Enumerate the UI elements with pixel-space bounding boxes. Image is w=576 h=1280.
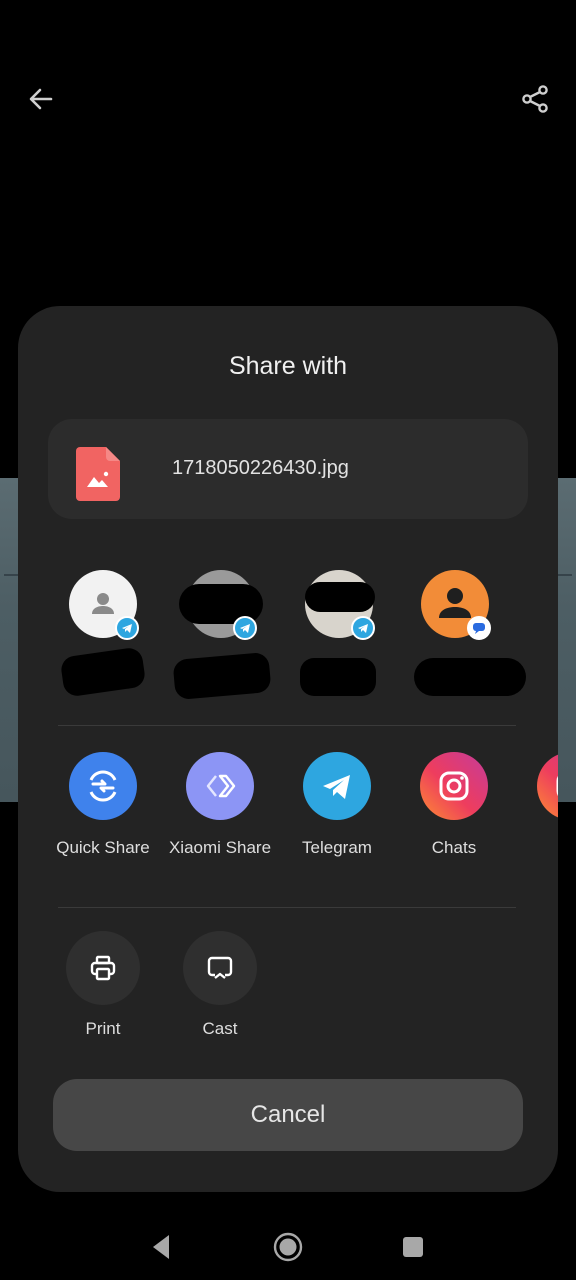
contact-item[interactable] [48,570,158,698]
app-label: Chats [431,838,477,857]
contact-item[interactable] [284,570,394,696]
contact-item[interactable] [400,570,526,696]
action-label: Print [85,1019,121,1038]
instagram-icon [420,752,488,820]
divider [58,907,516,908]
print-button[interactable]: Print [48,931,158,1039]
apps-row: Quick Share Xiaomi Share Telegram Chats … [18,752,558,872]
divider [58,725,516,726]
redacted-name [59,646,147,698]
app-label: Telegram [302,838,372,857]
avatar [69,570,139,640]
app-instagram-chats[interactable]: Chats [394,752,514,858]
contact-item[interactable] [166,570,276,701]
app-partial[interactable]: F [511,752,558,858]
file-name: 1718050226430.jpg [172,457,349,479]
action-label: Cast [202,1019,238,1038]
system-nav-bar [0,1212,576,1280]
app-quick-share[interactable]: Quick Share [43,752,163,858]
share-sheet: Share with 1718050226430.jpg Quick Share… [18,306,558,1192]
cancel-button[interactable]: Cancel [53,1079,523,1151]
share-button[interactable] [518,82,552,116]
share-icon [522,85,548,113]
redacted-name [300,658,376,696]
app-telegram[interactable]: Telegram [277,752,397,858]
avatar [305,570,375,640]
redacted-avatar [305,582,375,612]
contacts-row [18,570,558,701]
back-button[interactable] [24,82,58,116]
telegram-badge-icon [351,616,375,640]
image-file-icon [76,447,120,501]
telegram-icon [303,752,371,820]
arrow-left-icon [29,88,53,110]
redacted-name [172,651,272,701]
actions-row: Print Cast [18,931,558,1051]
instagram-icon [537,752,558,820]
xiaomi-share-icon [186,752,254,820]
nav-back-button[interactable] [144,1230,178,1264]
nav-recents-button[interactable] [396,1230,430,1264]
cast-icon [183,931,257,1005]
telegram-badge-icon [115,616,139,640]
nav-home-icon [273,1232,303,1262]
avatar [421,570,491,640]
cast-button[interactable]: Cast [165,931,275,1039]
app-label: Xiaomi Share [168,838,272,857]
sheet-title: Share with [228,352,348,380]
quick-share-icon [69,752,137,820]
printer-icon [66,931,140,1005]
redacted-name [414,658,526,696]
nav-home-button[interactable] [271,1230,305,1264]
avatar [179,570,263,640]
app-xiaomi-share[interactable]: Xiaomi Share [160,752,280,858]
messages-badge-icon [467,616,491,640]
app-label: Quick Share [56,838,150,857]
top-bar [0,70,576,130]
file-preview-card: 1718050226430.jpg [48,419,528,519]
nav-recents-icon [403,1237,423,1257]
app-label: F [511,838,558,858]
nav-back-icon [153,1235,169,1259]
telegram-badge-icon [233,616,257,640]
